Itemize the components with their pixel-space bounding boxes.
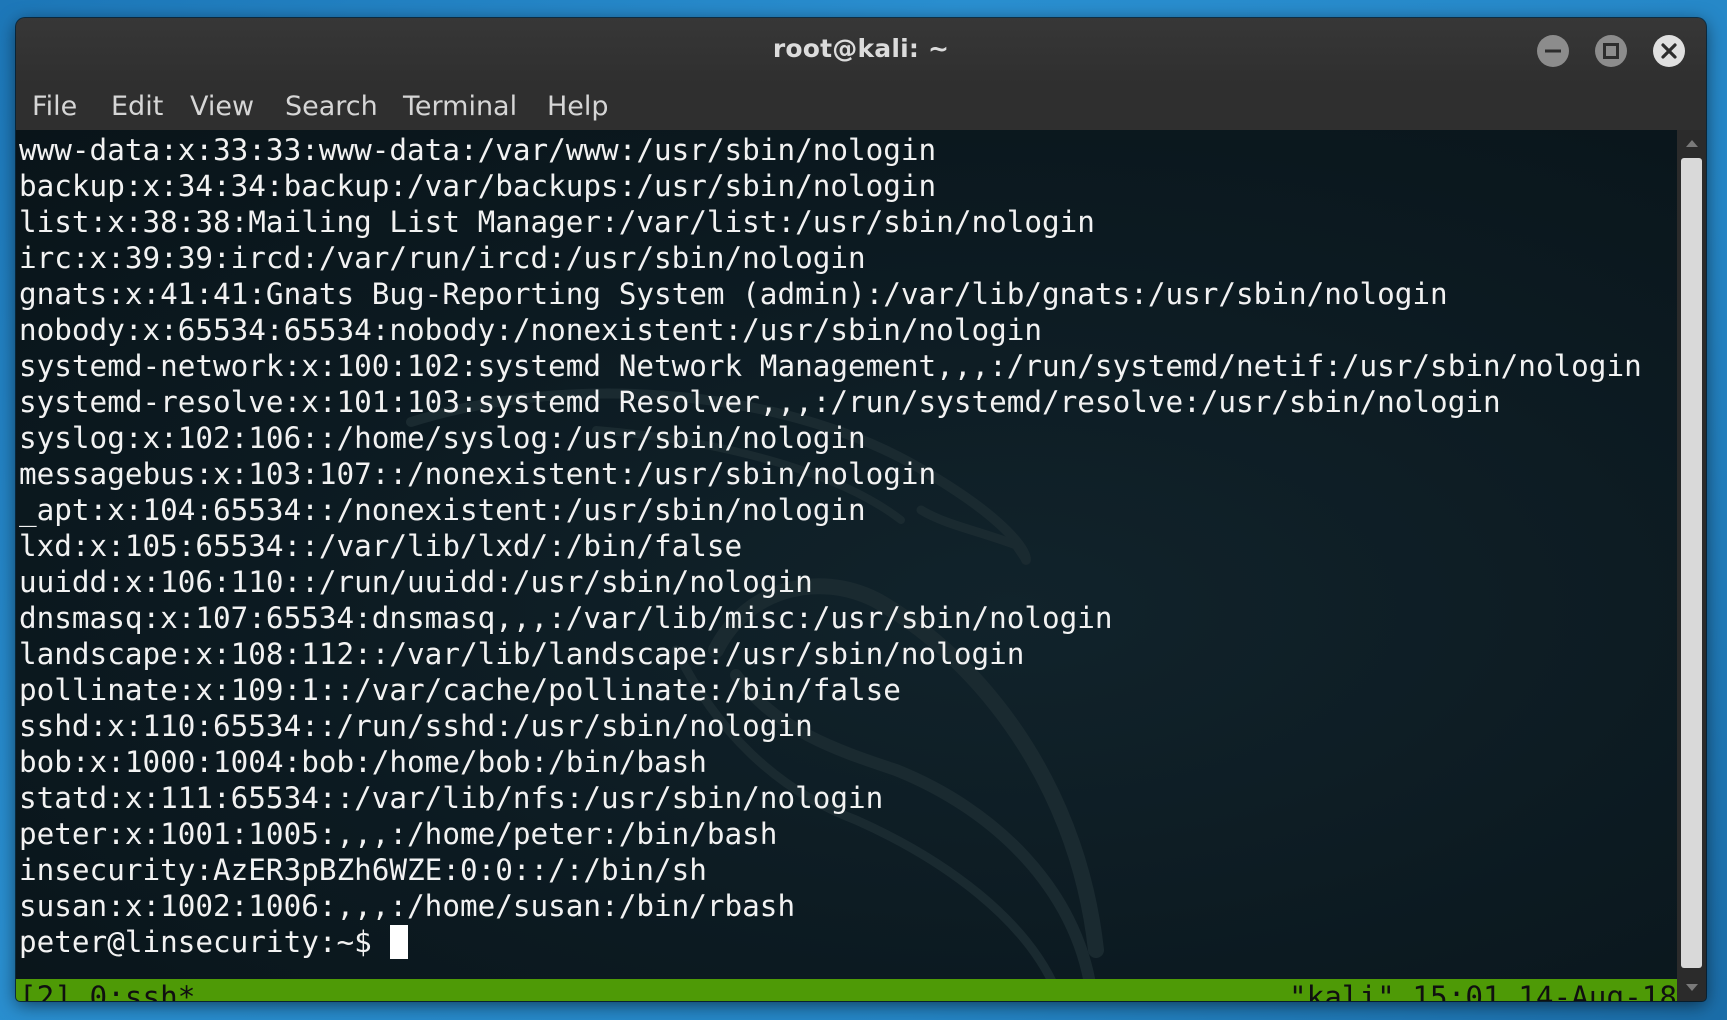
output-line: backup:x:34:34:backup:/var/backups:/usr/…: [19, 169, 937, 203]
vertical-scrollbar[interactable]: [1677, 130, 1706, 1001]
output-line: susan:x:1002:1006:,,,:/home/susan:/bin/r…: [19, 889, 796, 923]
status-session-window: [2] 0:ssh*: [19, 980, 196, 1001]
minimize-button[interactable]: [1537, 35, 1569, 67]
window-title: root@kali: ~: [772, 34, 950, 63]
maximize-button[interactable]: [1595, 35, 1627, 67]
menu-file[interactable]: File: [32, 90, 77, 124]
terminal-window: root@kali: ~ File Edit View Search Termi…: [16, 18, 1706, 1001]
output-line: gnats:x:41:41:Gnats Bug-Reporting System…: [19, 277, 1448, 311]
output-line: insecurity:AzER3pBZh6WZE:0:0::/:/bin/sh: [19, 853, 707, 887]
command-prompt[interactable]: peter@linsecurity:~$: [19, 924, 408, 960]
menu-view[interactable]: View: [190, 90, 254, 124]
output-line: list:x:38:38:Mailing List Manager:/var/l…: [19, 205, 1095, 239]
output-line: uuidd:x:106:110::/run/uuidd:/usr/sbin/no…: [19, 565, 813, 599]
terminal-output: www-data:x:33:33:www-data:/var/www:/usr/…: [19, 132, 1642, 924]
menu-edit[interactable]: Edit: [111, 90, 163, 124]
output-line: peter:x:1001:1005:,,,:/home/peter:/bin/b…: [19, 817, 778, 851]
tmux-status-bar: [2] 0:ssh* "kali" 15:01 14-Aug-18: [16, 979, 1677, 1001]
minimize-icon: [1545, 49, 1561, 53]
output-line: nobody:x:65534:65534:nobody:/nonexistent…: [19, 313, 1043, 347]
output-line: syslog:x:102:106::/home/syslog:/usr/sbin…: [19, 421, 866, 455]
scroll-up-arrow-icon[interactable]: [1677, 130, 1706, 156]
output-line: messagebus:x:103:107::/nonexistent:/usr/…: [19, 457, 937, 491]
output-line: landscape:x:108:112::/var/lib/landscape:…: [19, 637, 1025, 671]
output-line: bob:x:1000:1004:bob:/home/bob:/bin/bash: [19, 745, 707, 779]
status-host-time: "kali" 15:01 14-Aug-18: [1288, 980, 1677, 1001]
output-line: statd:x:111:65534::/var/lib/nfs:/usr/sbi…: [19, 781, 884, 815]
output-line: systemd-resolve:x:101:103:systemd Resolv…: [19, 385, 1501, 419]
prompt-text: peter@linsecurity:~$: [19, 925, 372, 959]
output-line: dnsmasq:x:107:65534:dnsmasq,,,:/var/lib/…: [19, 601, 1113, 635]
terminal-area[interactable]: www-data:x:33:33:www-data:/var/www:/usr/…: [16, 130, 1677, 1001]
text-cursor: [389, 925, 408, 959]
menu-help[interactable]: Help: [547, 90, 609, 124]
maximize-icon: [1603, 43, 1619, 59]
output-line: _apt:x:104:65534::/nonexistent:/usr/sbin…: [19, 493, 866, 527]
output-line: pollinate:x:109:1::/var/cache/pollinate:…: [19, 673, 901, 707]
output-line: lxd:x:105:65534::/var/lib/lxd/:/bin/fals…: [19, 529, 743, 563]
menu-search[interactable]: Search: [285, 90, 378, 124]
output-line: sshd:x:110:65534::/run/sshd:/usr/sbin/no…: [19, 709, 813, 743]
close-button[interactable]: [1653, 35, 1685, 67]
scrollbar-thumb[interactable]: [1681, 158, 1702, 968]
output-line: systemd-network:x:100:102:systemd Networ…: [19, 349, 1642, 383]
output-line: irc:x:39:39:ircd:/var/run/ircd:/usr/sbin…: [19, 241, 866, 275]
output-line: www-data:x:33:33:www-data:/var/www:/usr/…: [19, 133, 937, 167]
title-bar[interactable]: root@kali: ~: [16, 18, 1706, 84]
menu-terminal[interactable]: Terminal: [403, 90, 517, 124]
close-icon: [1661, 43, 1677, 59]
scroll-down-arrow-icon[interactable]: [1677, 975, 1706, 1001]
